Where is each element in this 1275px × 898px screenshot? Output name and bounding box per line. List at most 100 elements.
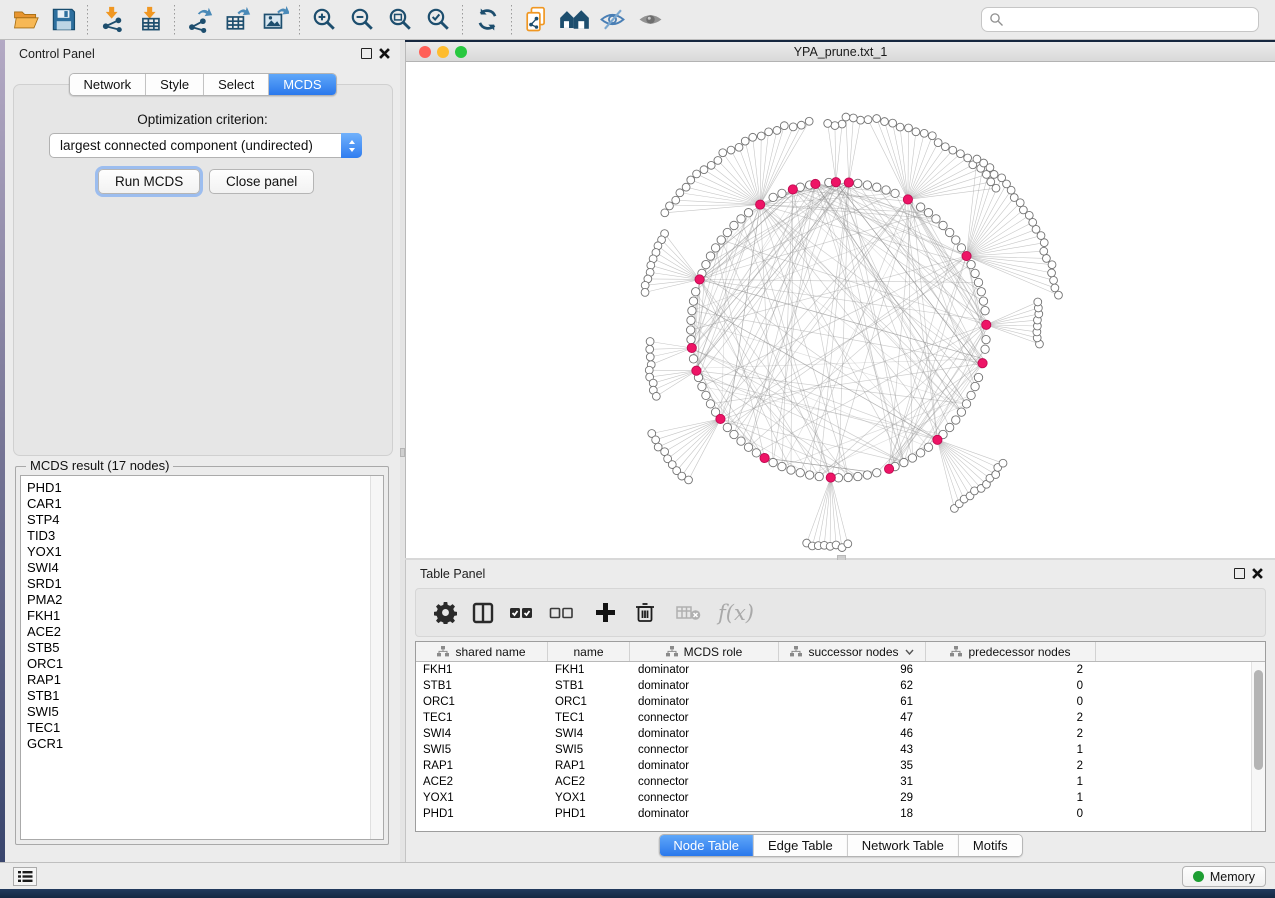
network-node[interactable]	[689, 355, 697, 363]
network-node[interactable]	[1019, 206, 1027, 214]
network-node[interactable]	[971, 269, 979, 277]
network-node[interactable]	[778, 189, 786, 197]
network-node[interactable]	[987, 178, 995, 186]
network-node[interactable]	[1055, 291, 1063, 299]
network-node[interactable]	[949, 146, 957, 154]
network-node[interactable]	[676, 189, 684, 197]
float-panel-icon[interactable]	[361, 48, 372, 59]
network-node[interactable]	[945, 423, 953, 431]
network-node[interactable]	[686, 326, 694, 334]
deselect-all-icon[interactable]	[549, 598, 574, 628]
network-node[interactable]	[924, 443, 932, 451]
network-node[interactable]	[723, 228, 731, 236]
network-node[interactable]	[945, 228, 953, 236]
network-node[interactable]	[744, 209, 752, 217]
network-node[interactable]	[735, 143, 743, 151]
network-node[interactable]	[719, 149, 727, 157]
network-node[interactable]	[873, 115, 881, 123]
table-scrollbar[interactable]	[1251, 662, 1265, 831]
export-image-icon[interactable]	[256, 3, 294, 37]
network-node[interactable]	[941, 143, 949, 151]
show-column-icon[interactable]	[472, 598, 494, 628]
network-node[interactable]	[698, 382, 706, 390]
network-node[interactable]	[908, 454, 916, 462]
network-node[interactable]	[896, 123, 904, 131]
column-header-shared-name[interactable]: shared name	[416, 642, 548, 661]
network-node[interactable]	[939, 221, 947, 229]
table-row[interactable]: PHD1PHD1dominator180	[416, 806, 1265, 822]
network-node[interactable]	[765, 128, 773, 136]
network-node[interactable]	[661, 209, 669, 217]
export-table-icon[interactable]	[218, 3, 256, 37]
network-node[interactable]	[981, 345, 989, 353]
network-canvas[interactable]	[406, 62, 1275, 558]
network-node[interactable]	[964, 154, 972, 162]
network-node[interactable]	[932, 215, 940, 223]
show-all-icon[interactable]	[631, 3, 669, 37]
network-node[interactable]	[805, 471, 813, 479]
network-node[interactable]	[682, 183, 690, 191]
network-node[interactable]	[842, 113, 850, 121]
network-node[interactable]	[992, 471, 1000, 479]
network-node[interactable]	[934, 139, 942, 147]
network-node[interactable]	[1048, 269, 1056, 277]
network-node[interactable]	[702, 391, 710, 399]
network-node[interactable]	[741, 137, 749, 145]
first-neighbors-icon[interactable]	[555, 3, 593, 37]
network-node[interactable]	[687, 335, 695, 343]
network-node[interactable]	[730, 221, 738, 229]
network-node[interactable]	[863, 181, 871, 189]
table-row[interactable]: ACE2ACE2connector311	[416, 774, 1265, 790]
search-box[interactable]	[981, 7, 1259, 32]
network-node[interactable]	[873, 469, 881, 477]
export-network-icon[interactable]	[180, 3, 218, 37]
network-node[interactable]	[912, 128, 920, 136]
network-node[interactable]	[849, 114, 857, 122]
table-row[interactable]: TEC1TEC1connector472	[416, 710, 1265, 726]
network-node[interactable]	[815, 472, 823, 480]
network-node[interactable]	[702, 260, 710, 268]
mcds-result-item[interactable]: CAR1	[27, 496, 383, 512]
network-node[interactable]	[957, 150, 965, 158]
network-node[interactable]	[752, 449, 760, 457]
node-table[interactable]: shared namenameMCDS rolesuccessor nodesp…	[415, 641, 1266, 832]
optimization-criterion-select[interactable]: largest connected component (undirected)	[49, 133, 362, 158]
run-mcds-button[interactable]: Run MCDS	[98, 169, 200, 194]
network-node[interactable]	[952, 236, 960, 244]
network-node[interactable]	[1050, 276, 1058, 284]
close-panel-icon[interactable]	[379, 48, 390, 59]
show-panels-icon[interactable]	[13, 867, 37, 886]
network-node[interactable]	[641, 288, 649, 296]
network-node[interactable]	[962, 400, 970, 408]
tab-select[interactable]: Select	[204, 74, 269, 95]
network-node[interactable]	[1040, 239, 1048, 247]
network-node[interactable]	[773, 127, 781, 135]
mcds-dominator-node[interactable]	[811, 179, 820, 188]
mcds-result-item[interactable]: SWI4	[27, 560, 383, 576]
mcds-dominator-node[interactable]	[903, 195, 912, 204]
mcds-dominator-node[interactable]	[933, 435, 942, 444]
network-node[interactable]	[687, 176, 695, 184]
network-node[interactable]	[723, 423, 731, 431]
mcds-dominator-node[interactable]	[826, 473, 835, 482]
network-window-titlebar[interactable]: YPA_prune.txt_1	[406, 42, 1275, 62]
network-node[interactable]	[967, 391, 975, 399]
network-node[interactable]	[714, 157, 722, 165]
scrollbar-thumb[interactable]	[1254, 670, 1263, 770]
network-node[interactable]	[889, 119, 897, 127]
network-node[interactable]	[749, 133, 757, 141]
table-tab-network-table[interactable]: Network Table	[848, 835, 959, 856]
network-node[interactable]	[957, 244, 965, 252]
mcds-result-item[interactable]: STB5	[27, 640, 383, 656]
close-panel-icon[interactable]	[1252, 568, 1263, 579]
network-node[interactable]	[778, 462, 786, 470]
mcds-result-item[interactable]: GCR1	[27, 736, 383, 752]
network-node[interactable]	[805, 117, 813, 125]
table-tab-motifs[interactable]: Motifs	[959, 835, 1022, 856]
mcds-dominator-node[interactable]	[692, 366, 701, 375]
list-scrollbar[interactable]	[370, 476, 383, 839]
network-node[interactable]	[737, 437, 745, 445]
network-node[interactable]	[844, 473, 852, 481]
network-node[interactable]	[717, 236, 725, 244]
network-node[interactable]	[916, 203, 924, 211]
